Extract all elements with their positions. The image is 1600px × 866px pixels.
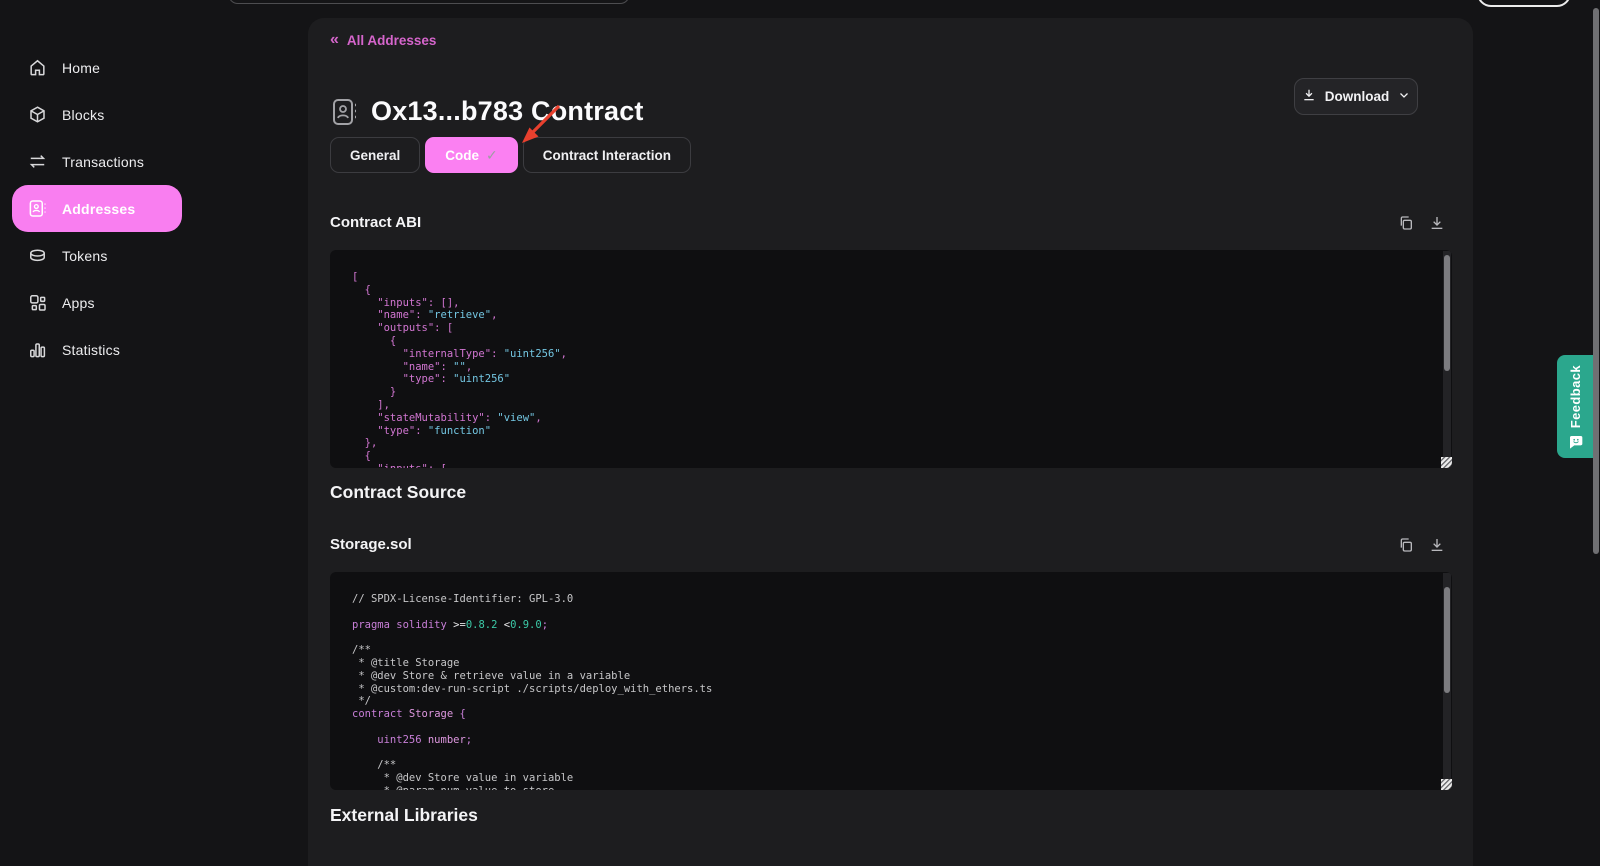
tab-label: Contract Interaction	[543, 148, 671, 163]
source-resize-handle[interactable]	[1441, 779, 1452, 790]
sidebar-item-label: Addresses	[62, 201, 135, 217]
main-panel: « All Addresses Ox13...b783 Contract Dow…	[308, 18, 1473, 866]
sidebar-item-transactions[interactable]: Transactions	[12, 138, 182, 185]
tab-label: Code	[445, 148, 479, 163]
page-title: Ox13...b783 Contract	[371, 96, 644, 127]
sidebar-nav: Home Blocks Transactions Addresses Tokens App…	[12, 44, 182, 373]
tab-general[interactable]: General	[330, 137, 420, 173]
abi-resize-handle[interactable]	[1441, 457, 1452, 468]
abi-actions	[1398, 215, 1445, 231]
addresses-icon	[28, 199, 47, 218]
feedback-label: Feedback	[1568, 365, 1583, 428]
contract-source-code[interactable]: // SPDX-License-Identifier: GPL-3.0 prag…	[330, 572, 1452, 790]
sidebar-item-label: Statistics	[62, 342, 120, 358]
page-scrollbar[interactable]	[1593, 0, 1600, 866]
sidebar-item-blocks[interactable]: Blocks	[12, 91, 182, 138]
source-actions	[1398, 537, 1445, 553]
chevron-down-icon	[1398, 89, 1410, 104]
check-icon: ✓	[486, 147, 498, 164]
download-icon[interactable]	[1429, 215, 1445, 231]
blocks-icon	[28, 105, 47, 124]
copy-icon[interactable]	[1398, 537, 1414, 553]
chat-smiley-icon	[1568, 434, 1584, 449]
home-icon	[28, 58, 47, 77]
tab-label: General	[350, 148, 400, 163]
sidebar-item-addresses[interactable]: Addresses	[12, 185, 182, 232]
title-row: Ox13...b783 Contract	[332, 96, 644, 127]
apps-icon	[28, 293, 47, 312]
sidebar-item-apps[interactable]: Apps	[12, 279, 182, 326]
download-label: Download	[1325, 89, 1390, 104]
search-input[interactable]	[228, 0, 630, 4]
page-scroll-thumb[interactable]	[1593, 8, 1599, 554]
contract-abi-heading: Contract ABI	[330, 214, 421, 231]
address-book-icon	[332, 97, 357, 127]
sidebar-item-statistics[interactable]: Statistics	[12, 326, 182, 373]
tokens-icon	[28, 246, 47, 265]
contract-abi-code[interactable]: [ { "inputs": [], "name": "retrieve", "o…	[330, 250, 1452, 468]
contract-source-heading: Contract Source	[330, 482, 466, 503]
sidebar-item-label: Home	[62, 60, 100, 76]
tab-code[interactable]: Code ✓	[425, 137, 517, 173]
sidebar-item-label: Tokens	[62, 248, 108, 264]
tab-contract-interaction[interactable]: Contract Interaction	[523, 137, 691, 173]
source-code-text: // SPDX-License-Identifier: GPL-3.0 prag…	[352, 593, 1438, 790]
statistics-icon	[28, 340, 47, 359]
sidebar-item-label: Transactions	[62, 154, 144, 170]
breadcrumb-label: All Addresses	[347, 33, 437, 48]
feedback-button[interactable]: Feedback	[1557, 355, 1594, 458]
abi-code-text: [ { "inputs": [], "name": "retrieve", "o…	[352, 271, 1438, 468]
source-scrollbar[interactable]	[1443, 573, 1451, 789]
external-libraries-heading: External Libraries	[330, 805, 478, 826]
copy-icon[interactable]	[1398, 215, 1414, 231]
sidebar-item-label: Blocks	[62, 107, 104, 123]
breadcrumb[interactable]: « All Addresses	[330, 32, 436, 48]
profile-button[interactable]	[1477, 0, 1571, 7]
sidebar-item-label: Apps	[62, 295, 95, 311]
download-button[interactable]: Download	[1294, 78, 1418, 115]
transactions-icon	[28, 152, 47, 171]
download-icon	[1302, 88, 1316, 105]
sidebar-item-tokens[interactable]: Tokens	[12, 232, 182, 279]
abi-scrollbar[interactable]	[1443, 251, 1451, 467]
double-chevron-left-icon: «	[330, 32, 339, 48]
tabs: General Code ✓ Contract Interaction	[330, 137, 691, 173]
download-icon[interactable]	[1429, 537, 1445, 553]
sidebar-item-home[interactable]: Home	[12, 44, 182, 91]
source-file-name: Storage.sol	[330, 536, 412, 553]
